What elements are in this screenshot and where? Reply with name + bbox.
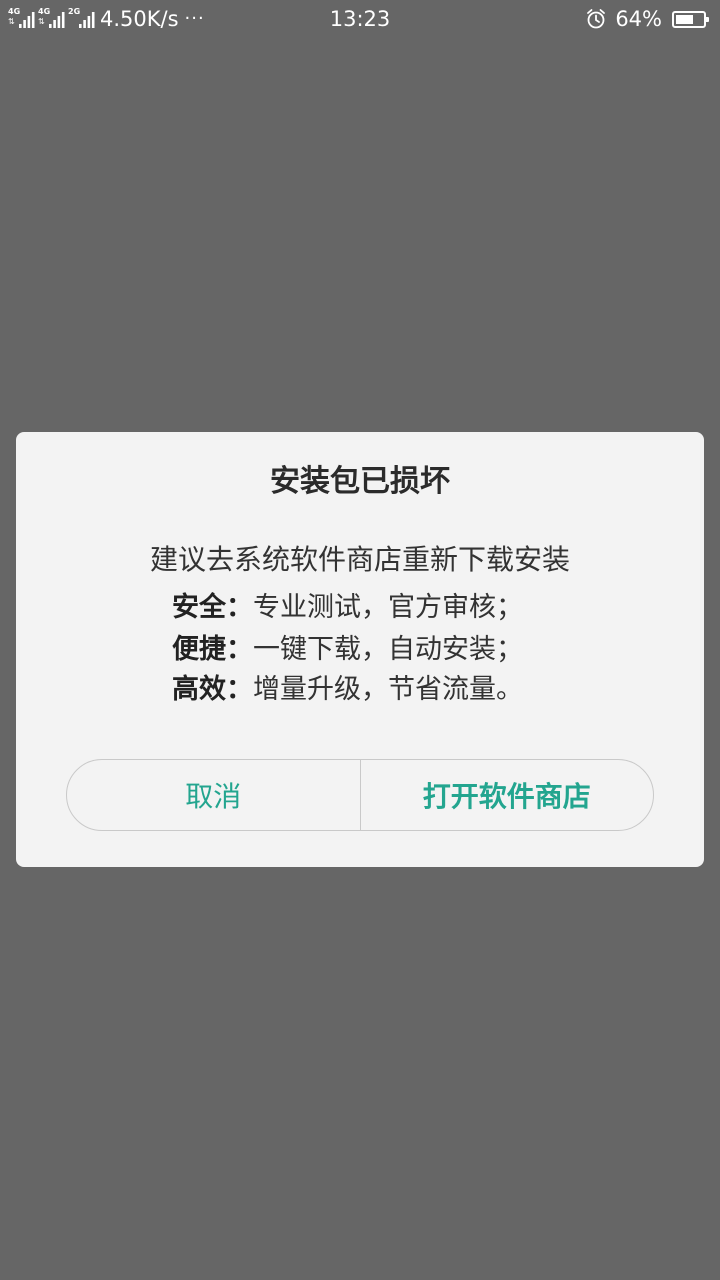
open-app-store-button[interactable]: 打开软件商店 bbox=[361, 760, 654, 830]
cancel-button[interactable]: 取消 bbox=[67, 760, 360, 830]
battery-level-fill bbox=[676, 14, 693, 24]
status-bar-right: 64% bbox=[585, 6, 709, 32]
benefit-label: 便捷： bbox=[172, 634, 253, 665]
battery-percentage: 64% bbox=[615, 7, 662, 31]
benefit-label: 高效： bbox=[172, 674, 253, 705]
benefit-item-security: 安全：专业测试，官方审核； bbox=[172, 588, 523, 628]
dialog-message: 建议去系统软件商店重新下载安装 bbox=[149, 543, 570, 576]
alarm-clock-icon bbox=[587, 9, 606, 29]
status-bar: 4G ⇅ 4G ⇅ 2G 4.50K/s ··· 13:23 64% bbox=[0, 0, 720, 38]
battery-tip bbox=[706, 16, 709, 22]
benefit-item-convenience: 便捷：一键下载，自动安装； bbox=[172, 630, 523, 670]
benefit-label: 安全： bbox=[172, 592, 253, 623]
benefit-text: 增量升级，节省流量。 bbox=[253, 674, 523, 705]
benefit-text: 专业测试，官方审核； bbox=[253, 592, 523, 623]
dialog-title: 安装包已损坏 bbox=[270, 464, 450, 499]
benefit-item-efficiency: 高效：增量升级，节省流量。 bbox=[172, 670, 523, 710]
battery-icon bbox=[672, 10, 709, 28]
benefit-text: 一键下载，自动安装； bbox=[253, 634, 523, 665]
dialog-button-group: 取消 打开软件商店 bbox=[66, 759, 654, 831]
